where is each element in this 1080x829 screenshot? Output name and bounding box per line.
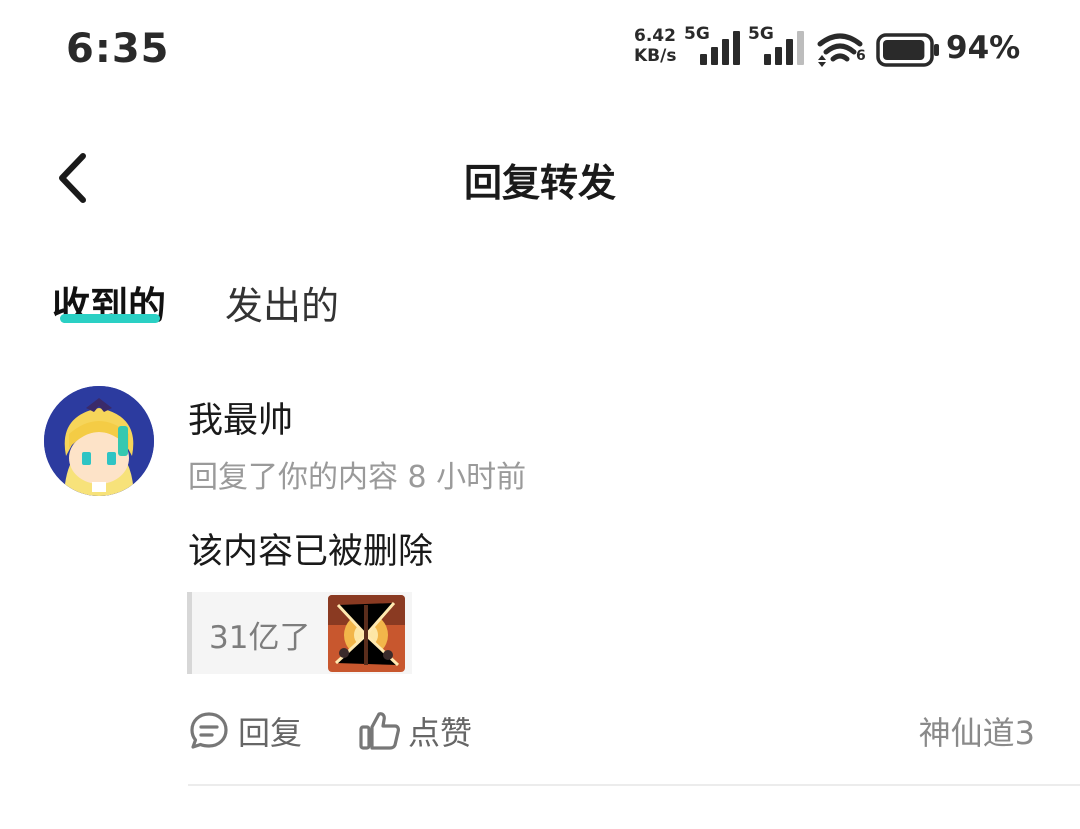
like-label: 点赞 <box>408 714 473 752</box>
quoted-text: 31亿了 <box>209 620 311 656</box>
comment-icon <box>190 712 228 749</box>
status-time: 6:35 <box>66 26 170 72</box>
source-circle[interactable]: 神仙道3 <box>919 708 1035 754</box>
reply-label: 回复 <box>238 714 303 752</box>
avatar-image <box>44 386 154 496</box>
battery-percent: 94% <box>946 30 1021 66</box>
like-button[interactable]: 点赞 <box>358 708 472 754</box>
signal-strength-icon <box>700 31 740 65</box>
tab-sent[interactable]: 发出的 <box>225 275 339 330</box>
quoted-post[interactable]: 31亿了 <box>187 592 412 674</box>
page-title: 回复转发 <box>463 161 616 205</box>
battery-icon <box>876 33 939 67</box>
sender-name[interactable]: 我最帅 <box>188 392 293 443</box>
reply-button[interactable]: 回复 <box>188 708 302 754</box>
reply-content: 该内容已被删除 <box>188 532 434 572</box>
network-speed-unit: KB/s <box>634 46 677 66</box>
signal-strength-icon <box>764 31 804 65</box>
thumbs-up-icon <box>359 712 400 750</box>
quoted-thumbnail <box>328 595 405 672</box>
avatar[interactable] <box>44 386 154 496</box>
divider <box>188 784 1080 786</box>
wifi-label: 6 <box>856 48 866 64</box>
reply-meta: 回复了你的内容 8 小时前 <box>188 460 527 495</box>
network-speed: 6.42 KB/s <box>634 26 676 66</box>
active-tab-indicator <box>60 314 160 323</box>
quote-bar <box>187 592 192 674</box>
network-speed-value: 6.42 <box>634 26 676 46</box>
thumbnail-image <box>328 595 405 672</box>
